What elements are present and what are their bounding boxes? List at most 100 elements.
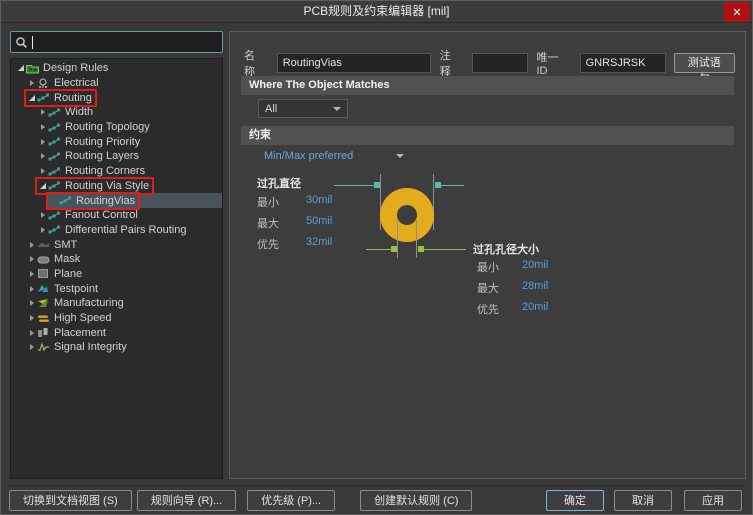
- tree-expand-arrow-icon[interactable]: [37, 124, 48, 130]
- tree-item-fanout-control[interactable]: Fanout Control: [11, 208, 222, 223]
- tree-item-label: Differential Pairs Routing: [65, 223, 187, 236]
- test-query-button[interactable]: 测试语句: [673, 53, 736, 85]
- tree-expand-arrow-icon[interactable]: [37, 168, 48, 174]
- tree-expand-arrow-icon[interactable]: [37, 227, 48, 233]
- tree-expand-arrow-icon[interactable]: [26, 344, 37, 350]
- tree-expand-arrow-icon[interactable]: [26, 242, 37, 248]
- tree-expand-arrow-icon[interactable]: [26, 95, 37, 101]
- via-diameter-max-label: 最大: [257, 218, 279, 230]
- routing-rule-icon: [48, 166, 62, 177]
- tree-item-routing-topology[interactable]: Routing Topology: [11, 120, 222, 135]
- cancel-button[interactable]: 取消: [614, 489, 672, 511]
- via-diameter-pref-value[interactable]: 32mil: [306, 236, 332, 248]
- tree-expand-arrow-icon[interactable]: [37, 212, 48, 218]
- hole-size-min-value[interactable]: 20mil: [522, 259, 548, 271]
- red-annotation-box: Routing Via Style: [37, 179, 152, 193]
- tree-node: Electrical: [26, 76, 102, 90]
- tree-row-filler: [141, 208, 222, 223]
- tree-expand-arrow-icon[interactable]: [37, 153, 48, 159]
- search-input[interactable]: [31, 33, 219, 51]
- signal-integrity-icon: [37, 342, 51, 353]
- hole-size-min-label: 最小: [477, 262, 499, 274]
- tree-item-routing-layers[interactable]: Routing Layers: [11, 149, 222, 164]
- ok-button[interactable]: 确定: [546, 489, 604, 511]
- tree-node: Mask: [26, 252, 83, 266]
- tree-item-plane[interactable]: Plane: [11, 267, 222, 282]
- tree-item-smt[interactable]: SMT: [11, 237, 222, 252]
- hole-extent-line-right: [416, 220, 417, 258]
- tree-expand-arrow-icon[interactable]: [37, 139, 48, 145]
- tree-expand-arrow-icon[interactable]: [26, 286, 37, 292]
- hole-size-max-value[interactable]: 28mil: [522, 280, 548, 292]
- via-diameter-title: 过孔直径: [257, 178, 301, 190]
- tree-item-high-speed[interactable]: High Speed: [11, 311, 222, 326]
- constraint-mode-dropdown[interactable]: Min/Max preferred: [264, 150, 404, 162]
- scope-dropdown[interactable]: All: [258, 99, 348, 118]
- tree-node: Placement: [26, 326, 109, 340]
- switch-to-document-view-button[interactable]: 切换到文档视图 (S): [9, 489, 132, 511]
- create-default-rules-button[interactable]: 创建默认规则 (C): [360, 489, 473, 511]
- tree-node: SMT: [26, 238, 80, 252]
- hole-size-pref-value[interactable]: 20mil: [522, 301, 548, 313]
- tree-expand-arrow-icon[interactable]: [26, 300, 37, 306]
- comment-input[interactable]: [472, 53, 529, 73]
- hole-extent-line-left: [397, 220, 398, 258]
- dialog-title: PCB规则及约束编辑器 [mil]: [303, 4, 450, 18]
- tree-expand-arrow-icon[interactable]: [26, 315, 37, 321]
- tree-node: Routing Priority: [37, 135, 143, 149]
- close-button[interactable]: ✕: [724, 2, 750, 22]
- via-pad-graphic: [380, 188, 434, 242]
- placement-icon: [37, 327, 51, 338]
- tree-item-label: Width: [65, 106, 94, 119]
- tree-expand-arrow-icon[interactable]: [15, 65, 26, 71]
- where-object-matches-header: Where The Object Matches: [241, 76, 734, 95]
- rules-tree[interactable]: Design Rules Electrical Routing Width Routin…: [10, 58, 223, 479]
- tree-expand-arrow-icon[interactable]: [26, 80, 37, 86]
- tree-item-label: Mask: [54, 253, 81, 266]
- red-annotation-box: RoutingVias: [48, 193, 139, 208]
- tree-row-filler: [111, 61, 222, 76]
- tree-item-routing-via-style[interactable]: Routing Via Style: [11, 179, 222, 194]
- constraints-header: 约束: [241, 126, 734, 145]
- tree-item-signal-integrity[interactable]: Signal Integrity: [11, 340, 222, 355]
- scope-value: All: [265, 102, 278, 115]
- search-icon: [16, 37, 27, 48]
- close-icon: ✕: [732, 6, 742, 19]
- pcb-rules-editor-dialog: PCB规则及约束编辑器 [mil] ✕ Design Rules Electric…: [0, 0, 753, 515]
- routing-rule-icon: [48, 180, 62, 191]
- tree-item-design-rules[interactable]: Design Rules: [11, 61, 222, 76]
- priorities-button[interactable]: 优先级 (P)...: [247, 489, 336, 511]
- name-input[interactable]: [276, 53, 431, 73]
- tree-node: Manufacturing: [26, 296, 127, 310]
- tree-item-mask[interactable]: Mask: [11, 252, 222, 267]
- tree-row-filler: [153, 120, 222, 135]
- tree-item-label: Routing Via Style: [65, 179, 150, 192]
- tree-item-routing-priority[interactable]: Routing Priority: [11, 134, 222, 149]
- tree-item-routingvias[interactable]: RoutingVias: [11, 193, 222, 208]
- tree-expand-arrow-icon[interactable]: [26, 271, 37, 277]
- apply-button[interactable]: 应用: [684, 489, 742, 511]
- tree-item-differential-pairs-routing[interactable]: Differential Pairs Routing: [11, 223, 222, 238]
- hole-size-title: 过孔孔径大小: [473, 244, 539, 256]
- tree-item-placement[interactable]: Placement: [11, 325, 222, 340]
- tree-item-manufacturing[interactable]: Manufacturing: [11, 296, 222, 311]
- tree-item-label: Manufacturing: [54, 297, 124, 310]
- tree-item-routing-corners[interactable]: Routing Corners: [11, 164, 222, 179]
- tree-item-label: Electrical: [54, 77, 99, 90]
- tree-expand-arrow-icon[interactable]: [37, 183, 48, 189]
- via-diameter-max-value[interactable]: 50mil: [306, 215, 332, 227]
- tree-item-routing[interactable]: Routing: [11, 90, 222, 105]
- tree-row-filler: [101, 281, 222, 296]
- tree-node: Fanout Control: [37, 208, 141, 222]
- tree-expand-arrow-icon[interactable]: [37, 109, 48, 115]
- via-diameter-min-value[interactable]: 30mil: [306, 194, 332, 206]
- mask-icon: [37, 254, 51, 265]
- unique-id-input[interactable]: [579, 53, 666, 73]
- tree-expand-arrow-icon[interactable]: [26, 330, 37, 336]
- tree-item-testpoint[interactable]: Testpoint: [11, 281, 222, 296]
- rule-wizard-button[interactable]: 规则向导 (R)...: [136, 489, 237, 511]
- tree-expand-arrow-icon[interactable]: [26, 256, 37, 262]
- tree-item-electrical[interactable]: Electrical: [11, 76, 222, 91]
- routing-rule-icon: [37, 92, 51, 103]
- tree-item-width[interactable]: Width: [11, 105, 222, 120]
